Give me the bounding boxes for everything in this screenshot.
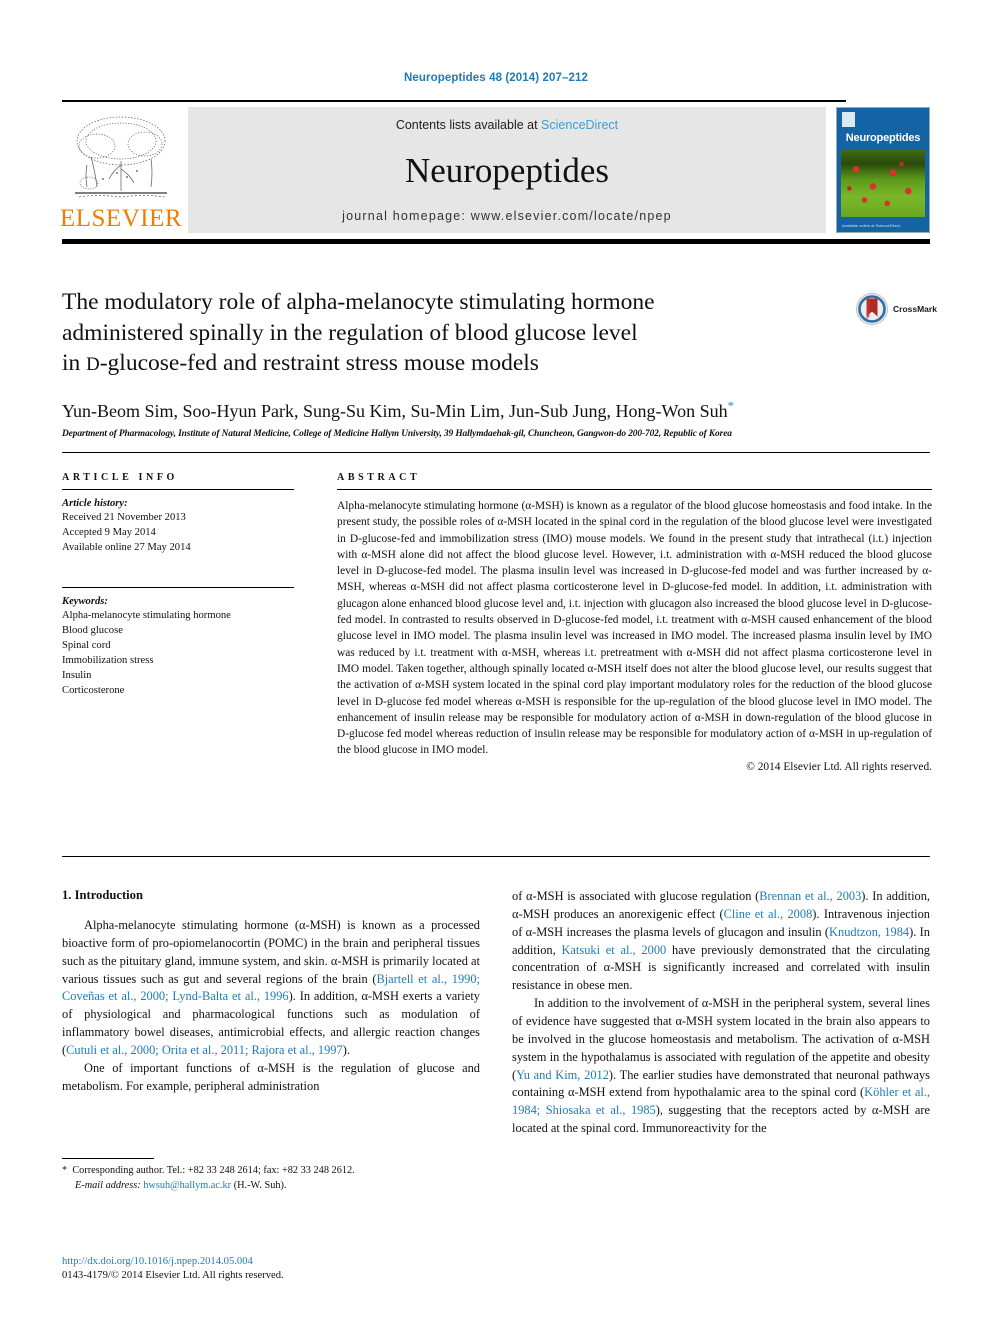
- footnote-contact-line: * Corresponding author. Tel.: +82 33 248…: [62, 1164, 480, 1179]
- abstract-copyright: © 2014 Elsevier Ltd. All rights reserved…: [746, 760, 932, 773]
- email-link[interactable]: hwsuh@hallym.ac.kr: [143, 1180, 231, 1191]
- footnote-rule: [62, 1158, 154, 1159]
- article-history-label: Article history:: [62, 498, 128, 509]
- intro-paragraph-3: In addition to the involvement of α-MSH …: [512, 995, 930, 1138]
- crossmark-badge[interactable]: CrossMark: [855, 289, 947, 329]
- contents-prefix: Contents lists available at: [395, 118, 542, 132]
- citation-link[interactable]: Yu and Kim, 2012: [516, 1068, 609, 1082]
- affiliation: Department of Pharmacology, Institute of…: [62, 428, 732, 439]
- article-info-section: ARTICLE INFO Article history: Received 2…: [62, 472, 294, 698]
- contents-line: Contents lists available at ScienceDirec…: [396, 118, 618, 132]
- history-item-accepted: Accepted 9 May 2014: [62, 527, 156, 539]
- abstract-section: ABSTRACT Alpha-melanocyte stimulating ho…: [337, 472, 932, 773]
- citation-link[interactable]: Katsuki et al., 2000: [561, 943, 666, 957]
- corresponding-author-marker[interactable]: *: [728, 398, 735, 413]
- journal-masthead: ELSEVIER Contents lists available at Sci…: [59, 100, 930, 244]
- introduction-right-column: of α-MSH is associated with glucose regu…: [512, 888, 930, 1138]
- keyword-item: Spinal cord: [62, 640, 111, 652]
- abstract-rule: [337, 489, 932, 490]
- keyword-item: Blood glucose: [62, 625, 123, 637]
- article-page: Neuropeptides 48 (2014) 207–212 ELSEVIER…: [0, 0, 992, 1323]
- title-line-3b: -glucose-fed and restraint stress mouse …: [99, 350, 539, 377]
- title-smallcap-d: D: [86, 354, 100, 376]
- title-line-2: administered spinally in the regulation …: [62, 319, 638, 346]
- article-info-heading: ARTICLE INFO: [62, 472, 178, 483]
- cover-footnote: Available online at ScienceDirect: [842, 223, 901, 228]
- keyword-item: Corticosterone: [62, 685, 125, 697]
- abstract-text: Alpha-melanocyte stimulating hormone (α-…: [337, 500, 932, 757]
- cover-journal-title: Neuropeptides: [845, 132, 921, 144]
- title-line-1: The modulatory role of alpha-melanocyte …: [62, 289, 655, 315]
- masthead-bottom-rule: [62, 239, 930, 244]
- intro-paragraph-1: Alpha-melanocyte stimulating hormone (α-…: [62, 917, 480, 1060]
- citation-link[interactable]: Knudtzon, 1984: [829, 925, 909, 939]
- elsevier-tree-icon: [75, 116, 167, 198]
- journal-homepage-link[interactable]: journal homepage: www.elsevier.com/locat…: [342, 209, 672, 223]
- crossmark-label: CrossMark: [893, 304, 937, 314]
- running-head: Neuropeptides 48 (2014) 207–212: [403, 72, 588, 84]
- intro-p1-post: ).: [342, 1043, 350, 1058]
- title-section-rule: [62, 452, 930, 453]
- cover-publisher-mark-icon: [842, 112, 855, 127]
- sciencedirect-link[interactable]: ScienceDirect: [541, 118, 618, 132]
- cover-artwork-image: [841, 149, 925, 217]
- title-line-3a: in: [62, 350, 87, 377]
- keywords-rule: [62, 587, 294, 589]
- crossmark-icon: [856, 293, 888, 325]
- masthead-top-rule: [62, 100, 846, 102]
- introduction-heading: 1. Introduction: [62, 888, 143, 902]
- keyword-item: Alpha-melanocyte stimulating hormone: [62, 610, 231, 622]
- abstract-section-rule: [62, 856, 930, 857]
- citation-link[interactable]: Brennan et al., 2003: [759, 889, 861, 903]
- footnote-email-line: E-mail address: hwsuh@hallym.ac.kr (H.-W…: [62, 1179, 480, 1194]
- article-info-rule: [62, 489, 294, 490]
- intro-paragraph-2: One of important functions of α-MSH is t…: [62, 1060, 480, 1093]
- journal-cover-thumbnail[interactable]: Neuropeptides Available online at Scienc…: [836, 107, 930, 233]
- authors-text: Yun-Beom Sim, Soo-Hyun Park, Sung-Su Kim…: [62, 400, 728, 421]
- journal-title: Neuropeptides: [404, 151, 610, 190]
- issn-copyright: 0143-4179/© 2014 Elsevier Ltd. All right…: [62, 1270, 284, 1282]
- keyword-item: Immobilization stress: [62, 655, 154, 667]
- page-title: The modulatory role of alpha-melanocyte …: [62, 287, 852, 379]
- elsevier-logo: ELSEVIER: [59, 107, 183, 233]
- abstract-heading: ABSTRACT: [337, 472, 421, 483]
- intro-paragraph-2-continued: of α-MSH is associated with glucose regu…: [512, 888, 930, 995]
- keyword-item: Insulin: [62, 670, 92, 682]
- intro-r1-pre: of α-MSH is associated with glucose regu…: [512, 889, 760, 903]
- email-suffix: (H.-W. Suh).: [233, 1179, 287, 1191]
- introduction-left-column: 1. Introduction Alpha-melanocyte stimula…: [62, 888, 480, 1096]
- citation-link[interactable]: Cline et al., 2008: [724, 907, 813, 921]
- elsevier-wordmark: ELSEVIER: [59, 205, 183, 232]
- sciencedirect-banner: Contents lists available at ScienceDirec…: [188, 107, 826, 233]
- history-item-online: Available online 27 May 2014: [62, 542, 191, 554]
- keywords-label: Keywords:: [62, 596, 108, 608]
- doi-link[interactable]: http://dx.doi.org/10.1016/j.npep.2014.05…: [62, 1255, 522, 1269]
- title-block: The modulatory role of alpha-melanocyte …: [62, 287, 852, 439]
- author-list: Yun-Beom Sim, Soo-Hyun Park, Sung-Su Kim…: [62, 398, 852, 422]
- email-label: E-mail address:: [75, 1179, 141, 1191]
- corresponding-author-footnote: * Corresponding author. Tel.: +82 33 248…: [62, 1158, 480, 1194]
- history-item-received: Received 21 November 2013: [62, 512, 186, 523]
- page-footer: http://dx.doi.org/10.1016/j.npep.2014.05…: [62, 1255, 522, 1284]
- footnote-star: *: [62, 1165, 68, 1176]
- citation-link[interactable]: Cutuli et al., 2000; Orita et al., 2011;…: [66, 1043, 343, 1057]
- footnote-contact-text: Corresponding author. Tel.: +82 33 248 2…: [72, 1165, 355, 1176]
